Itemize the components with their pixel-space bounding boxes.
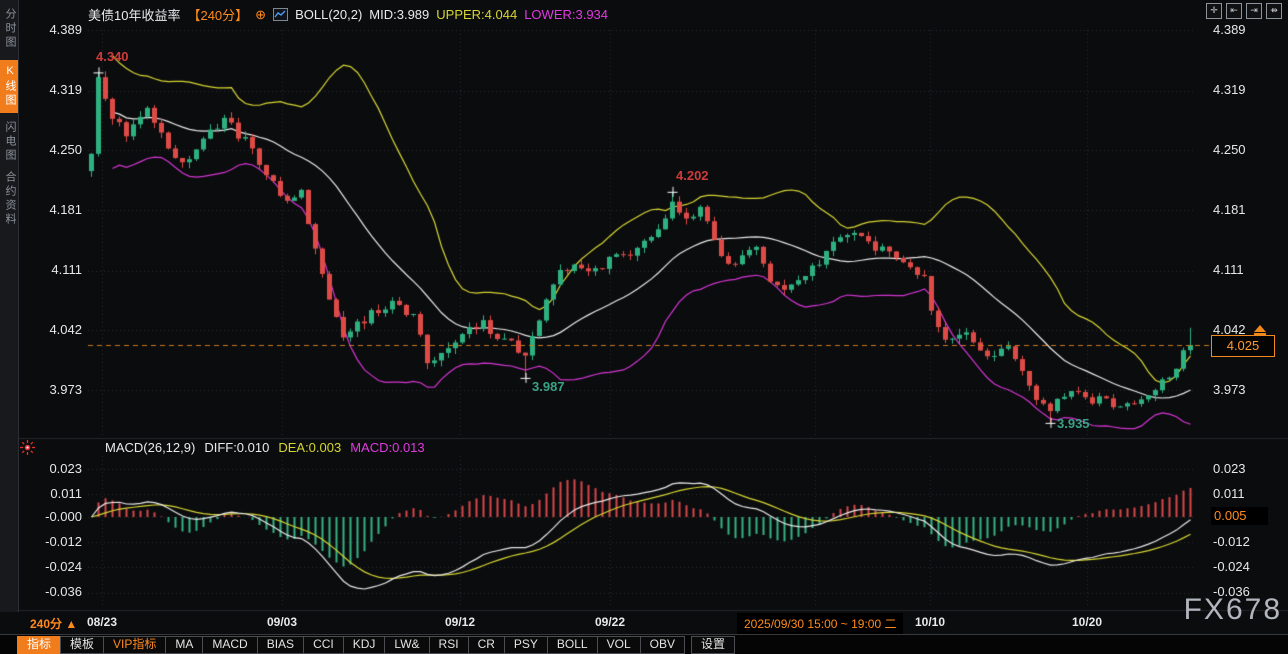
macd-axis-label: 0.023 [1213,461,1275,477]
sidebar-item-kline-chart[interactable]: K线图 [0,60,18,113]
low-price-annotation: 3.935 [1057,416,1090,431]
toolbar-item-vol[interactable]: VOL [597,636,641,654]
macd-axis-label: -0.024 [1213,559,1275,575]
trading-app-window: 分时图 K线图 闪电图 合约资料 美债10年收益率【240分】 ⊕ BOLL(2… [0,0,1288,654]
macd-axis-label: -0.012 [1213,534,1275,550]
price-axis-label: 4.389 [20,22,82,38]
toolbar-item-psy[interactable]: PSY [504,636,548,654]
date-tick: 08/23 [87,615,117,629]
fx678-watermark: FX678 [1184,593,1282,627]
price-up-arrow-icon [1253,325,1267,335]
price-axis-label: 4.181 [20,202,82,218]
current-price-badge: 4.025 [1211,335,1275,357]
high-price-annotation: 4.340 [96,49,129,64]
toolbar-item-kdj[interactable]: KDJ [343,636,386,654]
window-controls: ✛ ⇤ ⇥ ⇻ [1206,3,1282,19]
price-axis-label: 4.319 [1213,82,1275,98]
macd-label: MACD(26,12,9) [105,440,195,455]
sidebar-item-flash-chart[interactable]: 闪电图 [0,121,18,163]
fit-left-icon[interactable]: ⇤ [1226,3,1242,19]
price-axis-label: 4.042 [20,322,82,338]
price-axis-label: 4.250 [20,142,82,158]
toolbar-item-lwr[interactable]: LW& [384,636,429,654]
toolbar-item-obv[interactable]: OBV [640,636,685,654]
date-tick: 09/03 [267,615,297,629]
sidebar-item-timeline-chart[interactable]: 分时图 [0,8,18,50]
macd-axis-label: -0.036 [20,584,82,600]
toolbar-item-cr[interactable]: CR [468,636,505,654]
low-price-annotation: 3.987 [532,379,565,394]
boll-mid-value: MID:3.989 [369,7,429,22]
toolbar-item-indicators[interactable]: 指标 [17,636,61,654]
date-tick: 10/10 [915,615,945,629]
peak-price-annotation: 4.202 [676,168,709,183]
boll-lower-value: LOWER:3.934 [524,7,608,22]
crosshair-icon[interactable]: ✛ [1206,3,1222,19]
macd-macd-value: MACD:0.013 [350,440,424,455]
price-axis-label: 3.973 [20,382,82,398]
fit-right-icon[interactable]: ⇥ [1246,3,1262,19]
toolbar-item-vip-indicators[interactable]: VIP指标 [103,636,166,654]
toolbar-item-macd[interactable]: MACD [202,636,257,654]
price-axis-label: 3.973 [1213,382,1275,398]
date-tick: 09/22 [595,615,625,629]
indicator-toolbar: 指标 模板 VIP指标 MA MACD BIAS CCI KDJ LW& RSI… [0,634,1288,654]
macd-axis-label: -0.000 [20,509,82,525]
indicator-target-icon[interactable] [20,440,35,460]
macd-axis-label: 0.011 [20,486,82,502]
sidebar-item-contract-info[interactable]: 合约资料 [0,171,18,227]
symbol-title: 美债10年收益率 [88,5,180,24]
macd-diff-value: DIFF:0.010 [204,440,269,455]
price-axis-label: 4.181 [1213,202,1275,218]
boll-label: BOLL(20,2) [295,7,362,22]
macd-dea-value: DEA:0.003 [278,440,341,455]
period-label: 【240分】 [187,5,248,24]
toolbar-item-templates[interactable]: 模板 [60,636,104,654]
date-tick: 10/20 [1072,615,1102,629]
chart-header: 美债10年收益率【240分】 ⊕ BOLL(20,2) MID:3.989 UP… [88,5,608,24]
price-axis-label: 4.250 [1213,142,1275,158]
toolbar-item-rsi[interactable]: RSI [429,636,469,654]
left-sidebar: 分时图 K线图 闪电图 合约资料 [0,0,19,612]
macd-current-badge: 0.005 [1211,507,1268,525]
price-axis-label: 4.319 [20,82,82,98]
price-axis-label: 4.111 [20,262,82,278]
toolbar-item-bias[interactable]: BIAS [257,636,304,654]
period-selector[interactable]: 240分 ▲ [30,615,77,632]
macd-axis-label: -0.024 [20,559,82,575]
indicator-chart-icon[interactable] [273,8,288,21]
link-plus-icon[interactable]: ⊕ [255,7,266,23]
date-tick: 09/12 [445,615,475,629]
toolbar-item-ma[interactable]: MA [165,636,203,654]
chevron-up-icon: ▲ [65,617,77,631]
macd-axis-label: 0.011 [1213,486,1275,502]
bar-time-range-readout: 2025/09/30 15:00 ~ 19:00 二 [737,613,903,634]
boll-upper-value: UPPER:4.044 [436,7,517,22]
toolbar-item-cci[interactable]: CCI [303,636,344,654]
macd-axis-label: -0.012 [20,534,82,550]
pan-right-icon[interactable]: ⇻ [1266,3,1282,19]
price-axis-label: 4.389 [1213,22,1275,38]
macd-header: MACD(26,12,9) DIFF:0.010 DEA:0.003 MACD:… [105,440,425,455]
time-axis: 240分 ▲ 08/23 09/03 09/12 09/22 2025/09/3… [0,612,1288,634]
toolbar-item-settings[interactable]: 设置 [691,636,735,654]
macd-axis-label: 0.023 [20,461,82,477]
price-axis-label: 4.111 [1213,262,1275,278]
toolbar-item-boll[interactable]: BOLL [547,636,598,654]
candlestick-chart-canvas[interactable] [0,0,1288,612]
